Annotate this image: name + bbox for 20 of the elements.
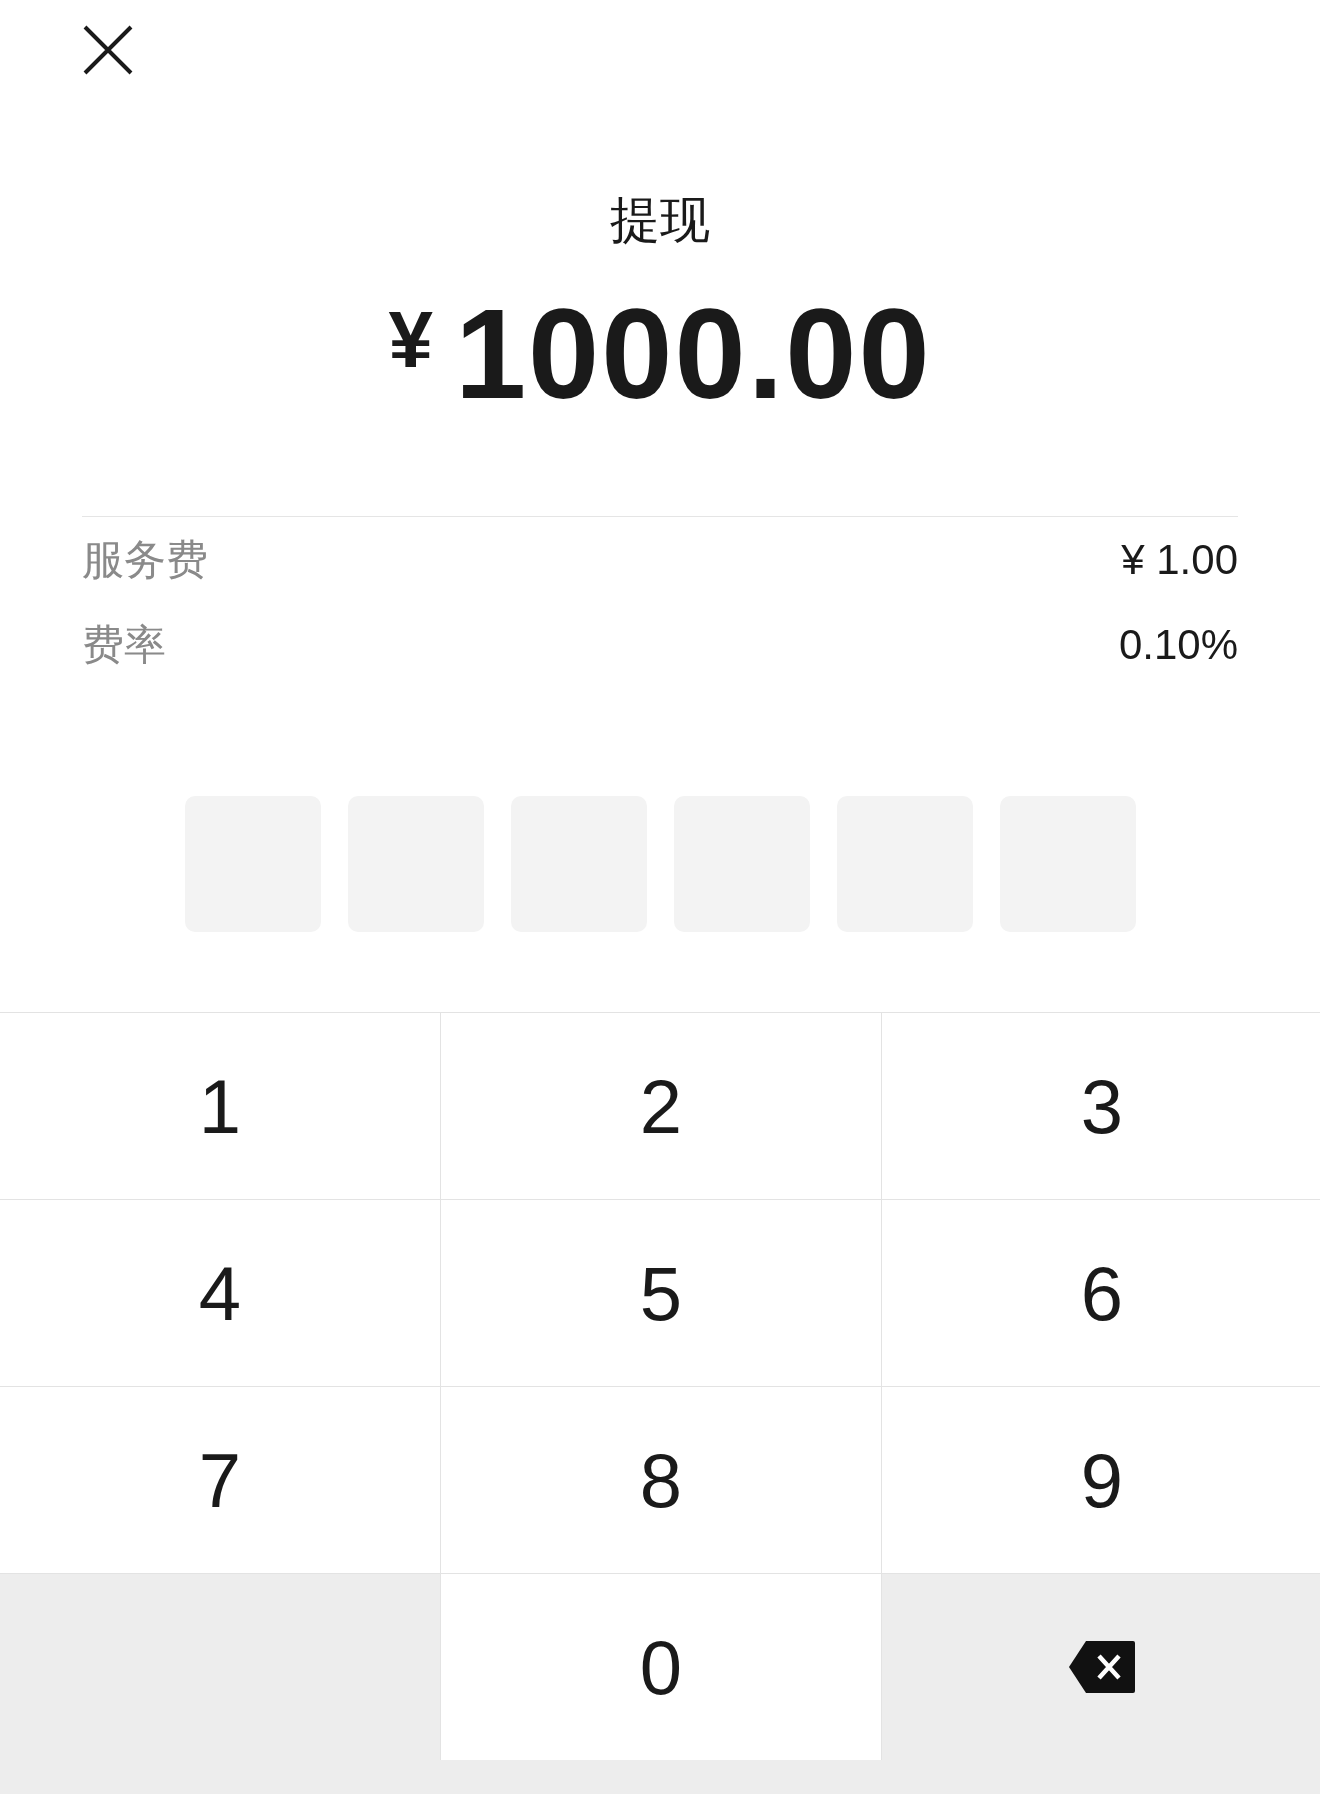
digit-key[interactable]: 0 bbox=[441, 1574, 881, 1760]
detail-value: 0.10% bbox=[1118, 620, 1238, 669]
digit-key[interactable]: 7 bbox=[0, 1387, 440, 1573]
detail-label: 服务费 bbox=[82, 533, 208, 586]
digit-key[interactable]: 3 bbox=[882, 1013, 1320, 1199]
backspace-button[interactable] bbox=[1068, 1640, 1136, 1694]
detail-label: 费率 bbox=[82, 618, 166, 671]
backspace-icon bbox=[1068, 1640, 1136, 1694]
digit-key[interactable]: 6 bbox=[882, 1200, 1320, 1386]
digit-key[interactable]: 5 bbox=[441, 1200, 881, 1386]
digit-key[interactable]: 9 bbox=[882, 1387, 1320, 1573]
dialog-title: 提现 bbox=[609, 190, 711, 250]
detail-value: ¥ 1.00 bbox=[1121, 535, 1238, 584]
digit-key[interactable]: 1 bbox=[0, 1013, 440, 1199]
currency-symbol: ¥ bbox=[388, 294, 433, 386]
digit-key[interactable]: 4 bbox=[0, 1200, 440, 1386]
digit-key[interactable]: 2 bbox=[441, 1013, 881, 1199]
close-button[interactable] bbox=[82, 24, 134, 76]
digit-key[interactable]: 8 bbox=[441, 1387, 881, 1573]
amount-value: 1000.00 bbox=[454, 281, 932, 427]
